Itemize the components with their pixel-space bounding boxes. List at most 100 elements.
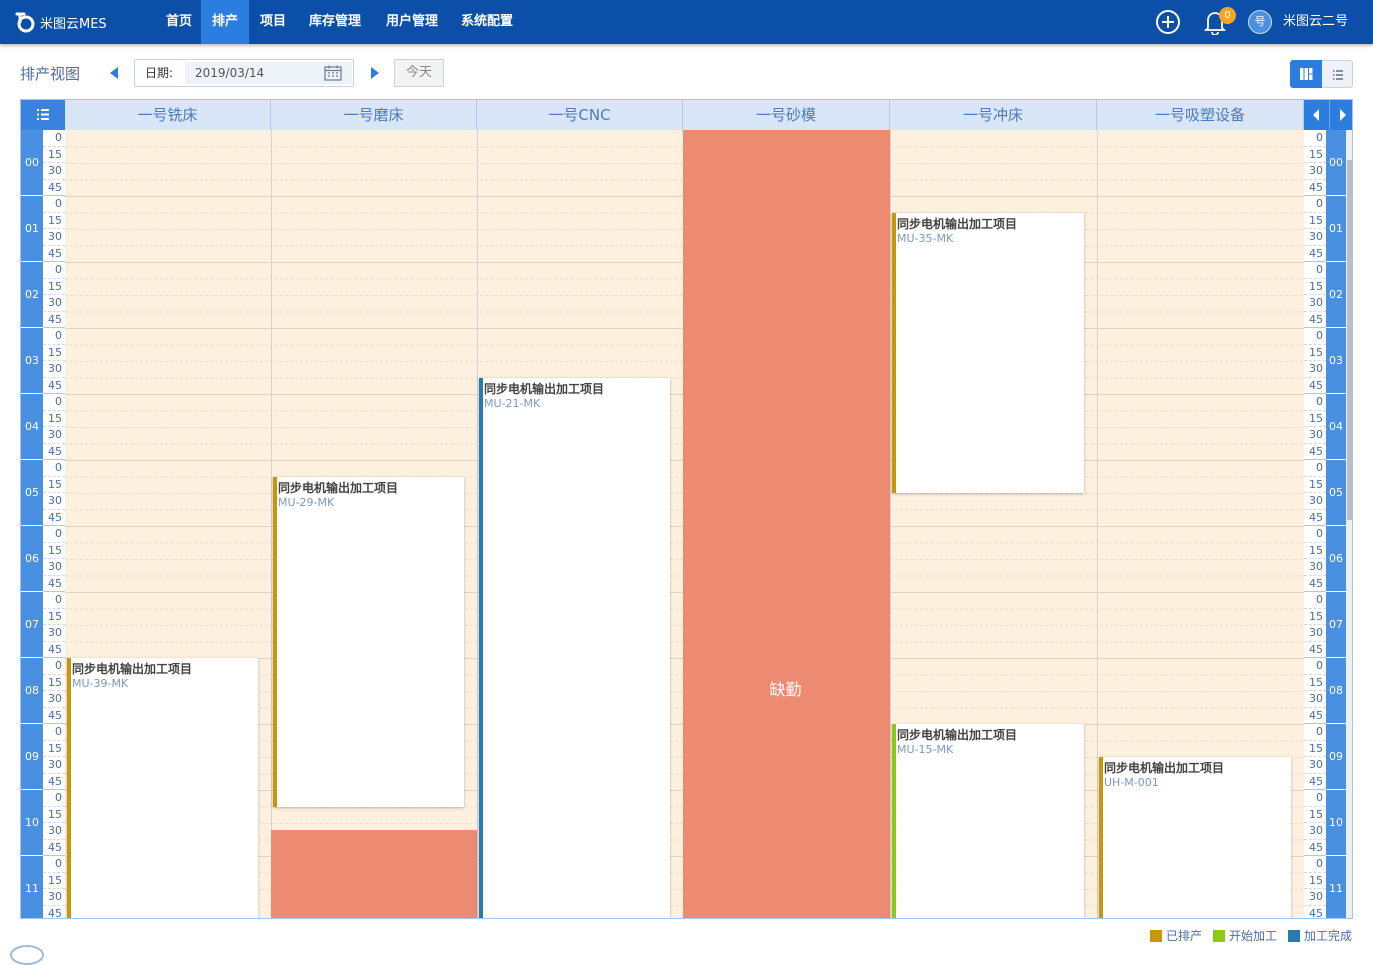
column-header[interactable]: 一号冲床 (890, 100, 1097, 130)
minute-label: 45 (1304, 840, 1326, 856)
event-title: 同步电机输出加工项目 (278, 480, 399, 495)
floating-widget[interactable] (10, 945, 44, 965)
minute-label: 30 (1304, 823, 1326, 840)
minute-label: 0 (1304, 328, 1326, 345)
minute-label: 45 (1304, 642, 1326, 658)
scrollbar-thumb[interactable] (1347, 160, 1352, 520)
hour-label: 08 (1326, 658, 1346, 724)
nav-item-home[interactable]: 首页 (157, 0, 201, 44)
minute-label: 30 (43, 229, 65, 246)
prev-columns-button[interactable] (1304, 100, 1329, 130)
minute-label: 0 (43, 328, 65, 345)
next-day-icon[interactable] (371, 67, 379, 79)
minute-label: 15 (1304, 609, 1326, 625)
legend-swatch (1288, 930, 1300, 942)
minute-label: 45 (43, 444, 65, 460)
list-menu-icon (37, 109, 49, 120)
minute-label: 0 (1304, 790, 1326, 807)
minute-label: 0 (43, 526, 65, 543)
schedule-grid[interactable]: 缺勤 同步电机输出加工项目 MU-39-MK 同步电机输出加工项目 MU-29-MK 同步… (65, 130, 1304, 918)
date-value: 2019/03/14 (195, 66, 265, 80)
minute-label: 0 (43, 592, 65, 609)
minute-label: 30 (1304, 229, 1326, 246)
minute-label: 30 (43, 625, 65, 642)
minute-label: 15 (43, 477, 65, 493)
grid-view-button[interactable] (1290, 60, 1322, 88)
hour-ruler-left: 00 01 02 03 04 05 06 07 08 09 10 11 (21, 130, 43, 918)
minute-label: 15 (43, 543, 65, 559)
date-field[interactable]: 2019/03/14 (185, 62, 352, 84)
hour-label: 09 (21, 724, 43, 790)
list-view-button[interactable] (1322, 60, 1353, 88)
absence-block[interactable] (271, 829, 477, 918)
column-menu-button[interactable] (21, 100, 65, 130)
minute-label: 30 (43, 295, 65, 312)
absence-block[interactable]: 缺勤 (683, 130, 890, 918)
minute-label: 45 (43, 576, 65, 592)
minute-label: 45 (43, 246, 65, 262)
today-button[interactable]: 今天 (394, 59, 444, 87)
event-code: MU-21-MK (484, 396, 541, 410)
event-code: MU-29-MK (278, 495, 335, 509)
event-code: MU-15-MK (897, 743, 954, 756)
add-circle-icon[interactable] (1155, 9, 1181, 35)
minute-label: 45 (1304, 180, 1326, 196)
user-name[interactable]: 米图云二号 (1283, 0, 1348, 44)
minute-label: 15 (1304, 477, 1326, 493)
column-header[interactable]: 一号吸塑设备 (1097, 100, 1304, 130)
schedule-event[interactable]: 同步电机输出加工项目 MU-39-MK (67, 658, 258, 918)
minute-label: 15 (43, 345, 65, 361)
hour-label: 04 (1326, 394, 1346, 460)
minute-label: 15 (43, 741, 65, 757)
hour-label: 02 (21, 262, 43, 328)
minute-label: 15 (43, 147, 65, 163)
column-header[interactable]: 一号CNC (477, 100, 683, 130)
nav-item-inventory[interactable]: 库存管理 (300, 0, 370, 44)
schedule-event[interactable]: 同步电机输出加工项目 MU-21-MK (479, 377, 670, 918)
column-header[interactable]: 一号砂模 (683, 100, 890, 130)
schedule-event[interactable]: 同步电机输出加工项目 UH-M-001 (1099, 757, 1291, 918)
schedule-event[interactable]: 同步电机输出加工项目 MU-29-MK (273, 476, 464, 807)
minute-label: 45 (43, 840, 65, 856)
minute-ruler-left: 0 15 30 45 0 15 30 45 0 15 30 45 0 15 30 45 0 15 30 45 0 15 30… (43, 130, 65, 918)
prev-day-icon[interactable] (110, 67, 118, 79)
machine-column-headers: 一号铣床 一号磨床 一号CNC 一号砂模 一号冲床 一号吸塑设备 (65, 100, 1304, 130)
minute-label: 30 (43, 427, 65, 444)
minute-label: 30 (1304, 625, 1326, 642)
minute-label: 45 (1304, 576, 1326, 592)
hour-ruler-right: 00 01 02 03 04 05 06 07 08 09 10 11 (1326, 130, 1346, 918)
calendar-icon[interactable] (324, 65, 342, 81)
hour-label: 05 (1326, 460, 1346, 526)
vertical-scrollbar[interactable] (1346, 130, 1352, 918)
minute-label: 45 (1304, 708, 1326, 724)
minute-label: 0 (1304, 658, 1326, 675)
date-picker[interactable]: 日期: 2019/03/14 (134, 59, 354, 87)
next-columns-button[interactable] (1329, 100, 1352, 130)
page-title: 排产视图 (20, 65, 81, 83)
nav-item-projects[interactable]: 项目 (251, 0, 295, 44)
minute-label: 30 (43, 493, 65, 510)
brand[interactable]: 米图云MES (14, 9, 107, 35)
nav-item-system-config[interactable]: 系统配置 (452, 0, 522, 44)
minute-label: 15 (1304, 675, 1326, 691)
minute-label: 0 (43, 790, 65, 807)
list-view-icon (1333, 70, 1343, 80)
minute-label: 15 (1304, 411, 1326, 427)
minute-label: 30 (43, 757, 65, 774)
minute-label: 30 (43, 691, 65, 708)
minute-label: 0 (1304, 460, 1326, 477)
nav-item-users[interactable]: 用户管理 (377, 0, 447, 44)
hour-label: 03 (1326, 328, 1346, 394)
hour-label: 10 (21, 790, 43, 856)
minute-label: 0 (43, 724, 65, 741)
column-header[interactable]: 一号铣床 (65, 100, 271, 130)
minute-label: 45 (1304, 312, 1326, 328)
schedule-board: 一号铣床 一号磨床 一号CNC 一号砂模 一号冲床 一号吸塑设备 00 01 02 03 04 05… (20, 99, 1353, 919)
schedule-event[interactable]: 同步电机输出加工项目 MU-15-MK (892, 724, 1084, 918)
column-header[interactable]: 一号磨床 (271, 100, 477, 130)
avatar[interactable]: 号 (1248, 10, 1272, 34)
schedule-event[interactable]: 同步电机输出加工项目 MU-35-MK (892, 212, 1084, 493)
nav-item-scheduling[interactable]: 排产 (201, 0, 249, 44)
hour-label: 08 (21, 658, 43, 724)
minute-label: 15 (43, 807, 65, 823)
